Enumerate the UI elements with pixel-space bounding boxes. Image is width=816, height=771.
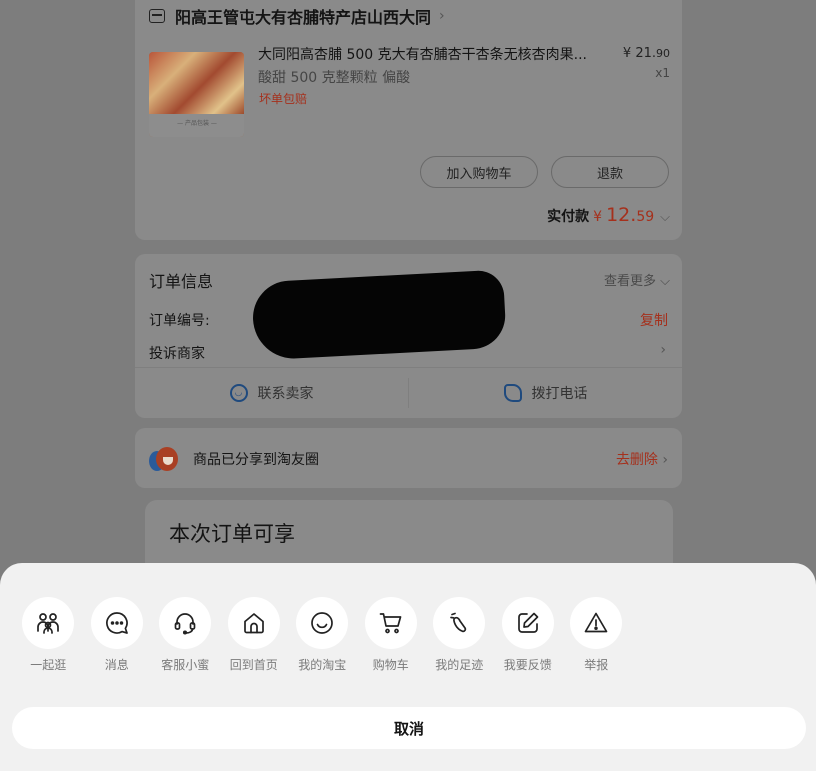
shop-name[interactable]: 阳高王管屯大有杏脯特产店山西大同 xyxy=(175,4,431,28)
order-info-title: 订单信息 xyxy=(149,272,214,291)
action-icon-circle xyxy=(227,597,280,649)
refund-button[interactable]: 退款 xyxy=(551,156,669,188)
paid-currency: ¥ xyxy=(593,209,603,225)
action-icon-circle xyxy=(22,597,75,649)
action-icon-circle xyxy=(159,597,212,649)
smiley-icon xyxy=(311,612,334,634)
delete-share-link[interactable]: 去删除 › xyxy=(616,449,668,469)
redaction-mark xyxy=(251,269,507,361)
chevron-right-icon: › xyxy=(439,8,445,24)
price-main: ¥ 21. xyxy=(622,46,656,61)
cart-icon xyxy=(379,613,402,634)
action-footprints[interactable]: 我的足迹 xyxy=(425,597,494,673)
price-cents: 90 xyxy=(656,47,670,60)
footprint-icon xyxy=(450,612,467,633)
action-cart[interactable]: 购物车 xyxy=(357,597,426,673)
phone-icon xyxy=(503,384,522,402)
paid-amount-row[interactable]: 实付款 ¥ 12.59 ⌵ xyxy=(547,204,670,226)
product-photo xyxy=(149,52,244,114)
home-icon xyxy=(243,613,264,634)
action-icon-circle xyxy=(364,597,417,649)
action-my-taobao[interactable]: 我的淘宝 xyxy=(288,597,357,673)
action-browse-together[interactable]: 一起逛 xyxy=(14,597,83,673)
action-label: 回到首页 xyxy=(229,658,278,672)
shop-header[interactable]: 阳高王管屯大有杏脯特产店山西大同 › xyxy=(149,4,445,28)
action-row: 一起逛 消息 客服小蜜 回到首页 我的淘宝 购物车 我的足迹 我要反馈 举报 xyxy=(14,597,631,673)
action-label: 我要反馈 xyxy=(503,658,552,672)
chevron-right-icon: › xyxy=(662,452,668,468)
paid-amount: 12.59 xyxy=(606,204,654,226)
action-icon-circle xyxy=(501,597,554,649)
product-image[interactable]: — 产品包装 — xyxy=(149,52,244,137)
share-card: 商品已分享到淘友圈 去删除 › xyxy=(135,428,682,488)
guarantee-badge: 坏单包赔 xyxy=(259,92,308,106)
product-image-caption: — 产品包装 — xyxy=(177,120,217,127)
action-label: 举报 xyxy=(584,658,609,672)
action-feedback[interactable]: 我要反馈 xyxy=(494,597,563,673)
paid-label: 实付款 xyxy=(547,209,590,225)
call-phone-label: 拨打电话 xyxy=(531,386,588,402)
action-label: 客服小蜜 xyxy=(161,658,210,672)
chevron-down-icon: ⌵ xyxy=(660,274,670,289)
view-more-link[interactable]: 查看更多 ⌵ xyxy=(604,270,670,289)
group-people-icon xyxy=(37,613,60,634)
product-title[interactable]: 大同阳高杏脯 500 克大有杏脯杏干杏条无核杏肉果... xyxy=(258,44,618,64)
action-label: 一起逛 xyxy=(30,658,67,672)
chat-smile-icon: ◡ xyxy=(229,384,248,402)
chevron-down-icon: ⌵ xyxy=(660,210,670,225)
cancel-button[interactable]: 取消 xyxy=(12,707,806,749)
store-icon xyxy=(149,9,165,23)
add-to-cart-button[interactable]: 加入购物车 xyxy=(420,156,538,188)
view-more-label: 查看更多 xyxy=(603,274,656,289)
order-detail-page: 阳高王管屯大有杏脯特产店山西大同 › — 产品包装 — 大同阳高杏脯 500 克… xyxy=(0,0,816,771)
action-label: 我的足迹 xyxy=(435,658,484,672)
action-icon-circle xyxy=(296,597,349,649)
chat-bubble-icon xyxy=(105,612,128,634)
shop-order-card: 阳高王管屯大有杏脯特产店山西大同 › — 产品包装 — 大同阳高杏脯 500 克… xyxy=(135,0,682,240)
feedback-edit-icon xyxy=(517,612,539,633)
product-quantity: x1 xyxy=(655,66,670,80)
action-icon-circle xyxy=(433,597,486,649)
contact-seller-button[interactable]: ◡ 联系卖家 xyxy=(135,368,408,418)
product-spec: 酸甜 500 克整颗粒 偏酸 xyxy=(258,70,411,86)
share-status-text: 商品已分享到淘友圈 xyxy=(193,452,319,468)
call-phone-button[interactable]: 拨打电话 xyxy=(409,368,682,418)
contact-seller-label: 联系卖家 xyxy=(257,386,314,402)
delete-share-label: 去删除 xyxy=(615,452,658,468)
action-report[interactable]: 举报 xyxy=(562,597,631,673)
action-home[interactable]: 回到首页 xyxy=(220,597,289,673)
action-icon-circle xyxy=(570,597,623,649)
complain-merchant-row[interactable]: 投诉商家 xyxy=(149,343,205,363)
paid-amount-main: 12. xyxy=(606,204,637,226)
warning-icon xyxy=(584,612,608,633)
action-label: 消息 xyxy=(104,658,129,672)
order-number-label: 订单编号: xyxy=(149,313,210,329)
chevron-right-icon: › xyxy=(660,342,666,358)
headset-icon xyxy=(174,613,196,635)
action-label: 我的淘宝 xyxy=(298,658,347,672)
product-price: ¥ 21.90 xyxy=(623,46,670,61)
action-label: 购物车 xyxy=(372,658,409,672)
action-icon-circle xyxy=(90,597,143,649)
taoyouquan-logo-icon xyxy=(149,445,179,473)
action-customer-service[interactable]: 客服小蜜 xyxy=(151,597,220,673)
share-action-sheet: 一起逛 消息 客服小蜜 回到首页 我的淘宝 购物车 我的足迹 我要反馈 举报 取… xyxy=(0,563,816,771)
action-messages[interactable]: 消息 xyxy=(83,597,152,673)
order-info-card: 订单信息 查看更多 ⌵ 订单编号: 复制 投诉商家 › ◡ 联系卖家 拨打电话 xyxy=(135,254,682,418)
paid-amount-cents: 59 xyxy=(636,209,655,225)
copy-button[interactable]: 复制 xyxy=(640,310,668,330)
benefits-title: 本次订单可享 xyxy=(169,522,295,546)
